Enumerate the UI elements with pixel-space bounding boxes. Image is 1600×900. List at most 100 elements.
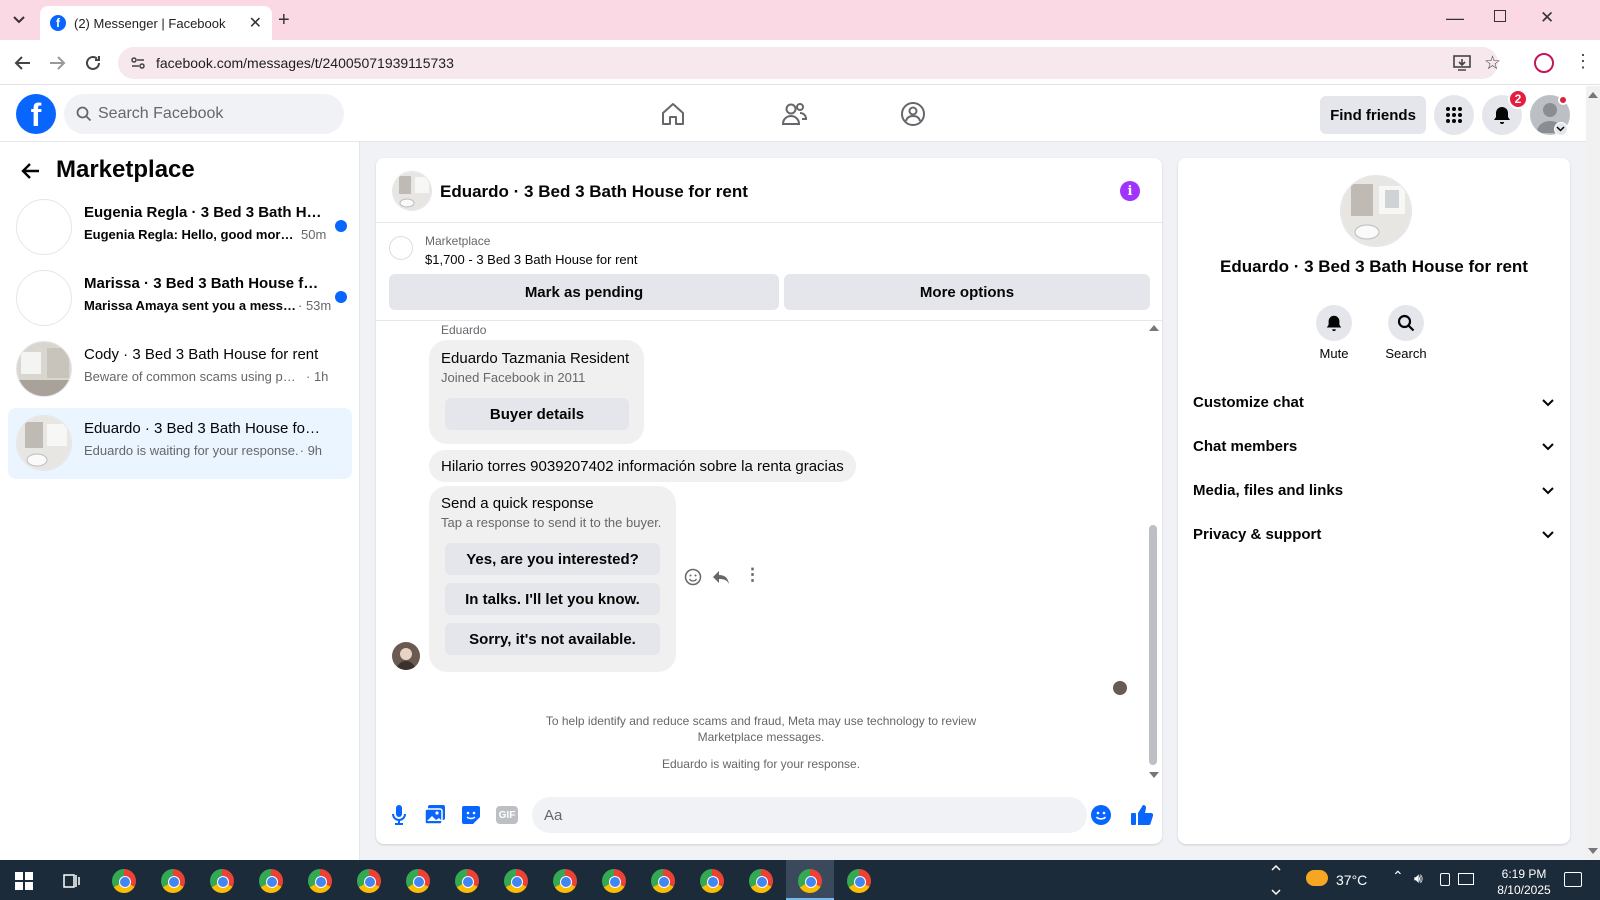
sticker-icon[interactable] — [460, 804, 482, 826]
quick-reply-interested-button[interactable]: Yes, are you interested? — [445, 543, 660, 575]
section-privacy-support[interactable]: Privacy & support — [1193, 514, 1555, 554]
chevron-down-icon — [1541, 395, 1555, 409]
section-media-files-links[interactable]: Media, files and links — [1193, 470, 1555, 510]
weather-temp[interactable]: 37°C — [1336, 872, 1367, 888]
section-chat-members[interactable]: Chat members — [1193, 426, 1555, 466]
mute-bell-icon[interactable] — [1316, 305, 1352, 341]
tab-search-chevron-icon[interactable] — [10, 10, 28, 28]
chrome-taskbar-icon[interactable] — [700, 869, 724, 893]
mark-as-pending-button[interactable]: Mark as pending — [389, 274, 779, 310]
chrome-taskbar-icon[interactable] — [259, 869, 283, 893]
chat-title[interactable]: Eduardo · 3 Bed 3 Bath House for rent — [440, 182, 748, 202]
react-emoji-icon[interactable] — [684, 568, 702, 586]
page-scrollbar[interactable] — [1586, 86, 1600, 860]
browser-menu-icon[interactable]: ⋮ — [1574, 51, 1592, 72]
section-label: Chat members — [1193, 437, 1298, 455]
chrome-taskbar-icon[interactable] — [308, 869, 332, 893]
conversation-item-marissa[interactable]: Marissa · 3 Bed 3 Bath House for rent Ma… — [8, 263, 352, 334]
task-view-icon[interactable] — [62, 871, 82, 891]
message-input[interactable]: Aa — [532, 797, 1087, 833]
back-arrow-icon[interactable] — [20, 160, 42, 182]
conversation-item-eugenia[interactable]: Eugenia Regla · 3 Bed 3 Bath House for r… — [8, 192, 352, 263]
chrome-taskbar-icon[interactable] — [847, 869, 871, 893]
weather-icon[interactable] — [1306, 870, 1328, 886]
taskbar-scroll-arrows[interactable] — [1270, 862, 1282, 898]
info-icon[interactable]: i — [1120, 181, 1140, 201]
network-icon[interactable] — [1458, 873, 1474, 885]
reply-icon[interactable] — [712, 568, 730, 586]
account-chevron-icon[interactable] — [1554, 122, 1568, 136]
section-customize-chat[interactable]: Customize chat — [1193, 382, 1555, 422]
maximize-icon[interactable] — [1494, 10, 1506, 22]
bookmark-star-icon[interactable]: ☆ — [1484, 52, 1501, 75]
facebook-search-input[interactable]: Search Facebook — [64, 94, 344, 134]
buyer-details-button[interactable]: Buyer details — [445, 398, 629, 430]
groups-icon[interactable] — [900, 101, 926, 127]
install-app-icon[interactable] — [1452, 53, 1472, 73]
chrome-taskbar-icon[interactable] — [602, 869, 626, 893]
chrome-taskbar-icon[interactable] — [406, 869, 430, 893]
emoji-picker-icon[interactable] — [1091, 805, 1111, 825]
scroll-down-icon[interactable] — [1149, 772, 1159, 778]
quick-reply-not-available-button[interactable]: Sorry, it's not available. — [445, 623, 660, 655]
mute-label: Mute — [1319, 346, 1349, 361]
windows-start-icon[interactable] — [15, 872, 33, 890]
details-avatar[interactable] — [1340, 175, 1412, 247]
minimize-icon[interactable]: — — [1446, 8, 1464, 29]
volume-icon[interactable]: 🔊︎ — [1414, 870, 1423, 887]
microphone-icon[interactable] — [390, 804, 408, 826]
chrome-taskbar-icon[interactable] — [749, 869, 773, 893]
chrome-taskbar-icon[interactable] — [455, 869, 479, 893]
page-scroll-up-icon[interactable] — [1588, 92, 1598, 98]
menu-grid-icon[interactable] — [1434, 95, 1474, 135]
chat-avatar[interactable] — [392, 171, 432, 211]
chrome-taskbar-icon[interactable] — [553, 869, 577, 893]
conversation-time: · 9h — [299, 443, 323, 458]
chrome-taskbar-icon[interactable] — [112, 869, 136, 893]
friends-icon[interactable] — [780, 101, 808, 127]
new-tab-icon[interactable]: + — [278, 9, 290, 32]
sender-avatar[interactable] — [392, 642, 420, 670]
chrome-taskbar-icon[interactable] — [357, 869, 381, 893]
home-icon[interactable] — [660, 101, 686, 127]
tray-chevron-up-icon[interactable]: ⌃ — [1392, 868, 1404, 885]
chrome-taskbar-icon[interactable] — [161, 869, 185, 893]
clock[interactable]: 6:19 PM 8/10/2025 — [1488, 866, 1560, 898]
chrome-taskbar-icon[interactable] — [651, 869, 675, 893]
conversation-snippet: Beware of common scams using payment · 1… — [84, 369, 328, 384]
like-thumb-icon[interactable] — [1130, 803, 1154, 827]
reload-icon[interactable] — [82, 52, 104, 74]
chrome-taskbar-icon[interactable] — [798, 869, 822, 893]
forward-arrow-icon[interactable] — [46, 52, 68, 74]
facebook-logo-icon[interactable]: f — [16, 94, 56, 134]
notification-center-icon[interactable] — [1564, 872, 1582, 887]
window-close-icon[interactable]: ✕ — [1540, 8, 1554, 28]
more-options-button[interactable]: More options — [784, 274, 1150, 310]
avatar-house-photo — [16, 415, 72, 471]
listing-thumbnail[interactable] — [389, 236, 413, 260]
search-chat-icon[interactable] — [1388, 305, 1424, 341]
conversation-time: · 1h — [306, 369, 329, 384]
find-friends-button[interactable]: Find friends — [1320, 96, 1426, 134]
page-scroll-down-icon[interactable] — [1588, 848, 1598, 854]
listing-price-title[interactable]: $1,700 - 3 Bed 3 Bath House for rent — [425, 252, 637, 267]
scroll-up-icon[interactable] — [1149, 325, 1159, 331]
browser-tab[interactable]: f (2) Messenger | Facebook ✕ — [40, 6, 272, 40]
back-arrow-icon[interactable] — [12, 52, 34, 74]
conversation-item-cody[interactable]: Cody · 3 Bed 3 Bath House for rent Bewar… — [8, 334, 352, 405]
chrome-taskbar-icon[interactable] — [504, 869, 528, 893]
url-field[interactable]: facebook.com/messages/t/2400507193911573… — [118, 47, 1498, 79]
camera-icon[interactable] — [1440, 873, 1450, 886]
avatar — [16, 270, 72, 326]
photo-icon[interactable] — [424, 804, 446, 826]
scam-notice-line1: To help identify and reduce scams and fr… — [545, 714, 977, 728]
site-info-icon[interactable] — [130, 55, 146, 71]
tab-close-icon[interactable]: ✕ — [249, 13, 262, 33]
profile-icon[interactable] — [1534, 53, 1554, 73]
more-actions-icon[interactable]: ⋮ — [744, 565, 761, 585]
chat-scrollbar[interactable] — [1149, 525, 1157, 765]
quick-reply-in-talks-button[interactable]: In talks. I'll let you know. — [445, 583, 660, 615]
chrome-taskbar-icon[interactable] — [210, 869, 234, 893]
gif-icon[interactable]: GIF — [496, 806, 518, 824]
conversation-item-eduardo[interactable]: Eduardo · 3 Bed 3 Bath House for rent Ed… — [8, 408, 352, 479]
